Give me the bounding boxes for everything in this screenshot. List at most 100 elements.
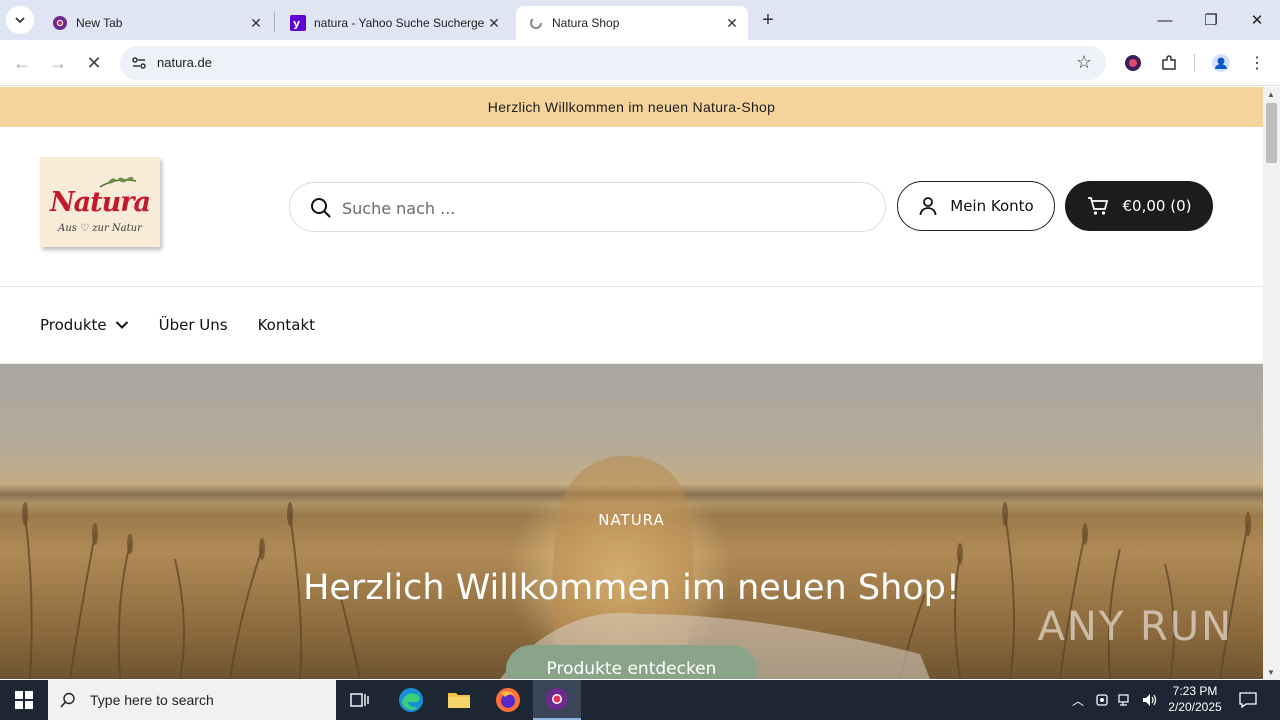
tab-natura-shop[interactable]: Natura Shop ✕ xyxy=(516,6,748,40)
my-account-label: Mein Konto xyxy=(950,197,1034,215)
tab-search-button[interactable] xyxy=(6,6,34,34)
restore-button[interactable]: ❐ xyxy=(1188,0,1234,40)
chrome-profile-extension-icon xyxy=(1125,55,1141,71)
plus-icon: + xyxy=(762,8,774,31)
taskbar-firefox[interactable] xyxy=(484,680,532,720)
hero-banner: NATURA Herzlich Willkommen im neuen Shop… xyxy=(0,364,1263,679)
anyrun-watermark: ANY RUN xyxy=(1037,604,1233,650)
hero-eyebrow: NATURA xyxy=(598,511,665,529)
browser-tab-strip: New Tab ✕ y natura - Yahoo Suche Sucherg… xyxy=(0,0,1280,40)
search-icon xyxy=(60,692,75,708)
browser-toolbar: ← → ✕ natura.de ☆ ⋮ xyxy=(0,40,1280,86)
chevron-up-icon: ︿ xyxy=(1071,693,1084,708)
cart-total: €0,00 (0) xyxy=(1122,197,1192,215)
clock-date: 2/20/2025 xyxy=(1168,700,1222,714)
nav-item-ueber-uns[interactable]: Über Uns xyxy=(159,316,228,334)
extensions-button[interactable] xyxy=(1158,52,1180,74)
close-icon: ✕ xyxy=(86,52,102,73)
tab-new-tab[interactable]: New Tab ✕ xyxy=(40,6,272,40)
notifications-button[interactable] xyxy=(1234,680,1262,720)
nav-item-kontakt[interactable]: Kontakt xyxy=(258,316,315,334)
user-icon xyxy=(919,197,937,216)
new-tab-button[interactable]: + xyxy=(756,8,780,32)
back-button[interactable]: ← xyxy=(8,49,36,77)
close-tab-icon[interactable]: ✕ xyxy=(246,13,266,33)
taskbar-search-placeholder: Type here to search xyxy=(90,692,214,708)
address-bar[interactable]: natura.de ☆ xyxy=(120,46,1106,80)
stop-loading-button[interactable]: ✕ xyxy=(80,49,108,77)
taskbar-edge[interactable] xyxy=(387,680,435,720)
restore-icon: ❐ xyxy=(1204,12,1218,29)
tab-title: Natura Shop xyxy=(552,16,620,30)
arrow-left-icon: ← xyxy=(13,52,31,73)
tab-divider xyxy=(274,12,275,32)
close-tab-icon[interactable]: ✕ xyxy=(722,13,742,33)
toolbar-divider xyxy=(1194,54,1195,72)
discover-products-button[interactable]: Produkte entdecken xyxy=(506,645,757,679)
browser-menu-button[interactable]: ⋮ xyxy=(1246,52,1268,74)
taskbar-file-explorer[interactable] xyxy=(435,680,483,720)
search-icon xyxy=(311,198,331,218)
forward-button[interactable]: → xyxy=(44,49,72,77)
avatar-icon xyxy=(1212,54,1230,72)
minimize-button[interactable]: — xyxy=(1142,0,1188,40)
scroll-down-icon[interactable]: ▼ xyxy=(1267,668,1275,677)
volume-button[interactable] xyxy=(1140,680,1160,720)
scroll-up-icon[interactable]: ▲ xyxy=(1267,90,1275,99)
windows-taskbar: Type here to search ︿ 7:23 PM 2/20/2025 xyxy=(0,680,1280,720)
nav-item-label: Produkte xyxy=(40,316,107,334)
natura-logo[interactable]: Natura Aus ♡ zur Natur xyxy=(40,157,160,247)
firefox-icon xyxy=(496,688,520,712)
logo-tagline: Aus ♡ zur Natur xyxy=(58,223,142,234)
start-button[interactable] xyxy=(0,680,48,720)
my-account-button[interactable]: Mein Konto xyxy=(897,181,1055,231)
logo-wordmark: Natura xyxy=(50,187,151,218)
more-vertical-icon: ⋮ xyxy=(1249,55,1265,72)
chrome-icon xyxy=(546,688,568,710)
windows-logo-icon xyxy=(15,691,33,709)
network-button[interactable] xyxy=(1116,680,1136,720)
svg-text:y: y xyxy=(293,17,300,30)
close-window-button[interactable]: ✕ xyxy=(1234,0,1280,40)
tray-device-icon[interactable] xyxy=(1092,680,1112,720)
cart-button[interactable]: €0,00 (0) xyxy=(1065,181,1213,231)
hero-title: Herzlich Willkommen im neuen Shop! xyxy=(303,568,960,608)
main-navigation: Produkte Über Uns Kontakt xyxy=(0,287,1263,364)
announcement-bar: Herzlich Willkommen im neuen Natura-Shop xyxy=(0,87,1263,127)
tab-yahoo-search[interactable]: y natura - Yahoo Suche Suchergebnisse ✕ xyxy=(278,6,510,40)
scrollbar-thumb[interactable] xyxy=(1266,103,1277,163)
nav-item-label: Über Uns xyxy=(158,316,228,334)
shopping-cart-icon xyxy=(1087,197,1108,215)
taskbar-search[interactable]: Type here to search xyxy=(48,680,336,720)
puzzle-icon xyxy=(1162,55,1176,70)
url-text[interactable]: natura.de xyxy=(157,55,212,70)
product-search[interactable] xyxy=(289,182,886,232)
close-icon: ✕ xyxy=(1250,12,1264,29)
site-settings-icon xyxy=(132,57,146,69)
nav-item-produkte[interactable]: Produkte xyxy=(40,316,129,334)
loading-icon xyxy=(530,17,542,29)
clock-time: 7:23 PM xyxy=(1172,684,1218,698)
chrome-icon xyxy=(53,16,67,30)
network-icon xyxy=(1118,694,1129,706)
device-icon xyxy=(1096,694,1108,706)
nav-item-label: Kontakt xyxy=(257,316,316,334)
yahoo-icon: y xyxy=(290,15,306,31)
task-view-icon xyxy=(350,693,369,707)
folder-icon xyxy=(448,693,470,708)
speaker-icon xyxy=(1143,694,1157,706)
taskbar-chrome[interactable] xyxy=(533,680,581,720)
notification-icon xyxy=(1239,692,1257,708)
page-scrollbar[interactable]: ▲ ▼ xyxy=(1263,87,1280,680)
close-tab-icon[interactable]: ✕ xyxy=(484,13,504,33)
chevron-down-icon xyxy=(15,17,25,24)
web-page: Herzlich Willkommen im neuen Natura-Shop… xyxy=(0,87,1263,680)
search-input[interactable] xyxy=(342,195,862,221)
extension-icon[interactable] xyxy=(1122,52,1144,74)
taskbar-clock[interactable]: 7:23 PM 2/20/2025 xyxy=(1160,683,1230,715)
bookmark-star-icon[interactable]: ☆ xyxy=(1076,52,1092,73)
profile-button[interactable] xyxy=(1210,52,1232,74)
task-view-button[interactable] xyxy=(336,680,384,720)
tab-title: New Tab xyxy=(76,16,123,30)
show-hidden-icons-button[interactable]: ︿ xyxy=(1068,680,1088,720)
